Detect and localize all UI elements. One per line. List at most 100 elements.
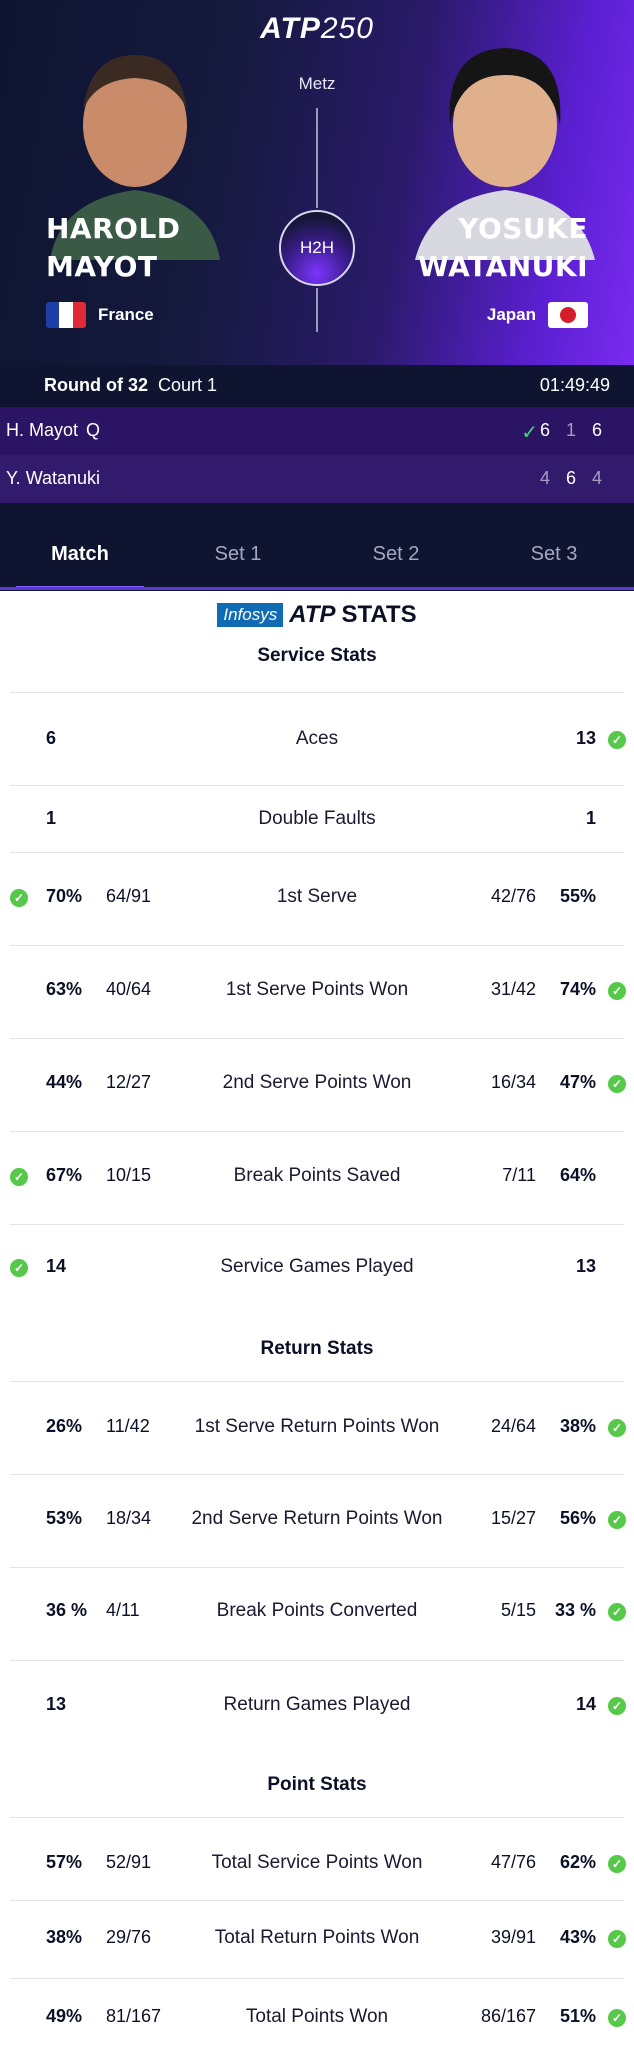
tab-set-3[interactable]: Set 3 [475, 543, 633, 566]
score-row-player2: Y. Watanuki 4 6 4 [0, 455, 634, 503]
row-divider [10, 1381, 624, 1382]
h2h-button[interactable]: H2H [279, 210, 355, 286]
stat-row: 14 Service Games Played 13 ✓ [10, 1256, 624, 1282]
best-check-icon: ✓ [608, 1697, 626, 1715]
best-check-icon: ✓ [10, 1259, 28, 1277]
divider-top [316, 108, 318, 208]
stat-label: Return Games Played [223, 1694, 411, 1715]
stats-word: STATS [341, 601, 417, 628]
best-check-icon: ✓ [608, 2009, 626, 2027]
stat-label: Service Games Played [220, 1256, 414, 1277]
stat-player2-value: 64% [559, 1165, 596, 1185]
stat-player2-fraction: 42/76 [490, 886, 536, 906]
score-name: H. Mayot [6, 420, 79, 440]
infosys-atp-stats-logo: Infosys ATP STATS [0, 600, 634, 630]
best-check-icon: ✓ [608, 1603, 626, 1621]
stat-player2-value: 62% [559, 1852, 596, 1872]
row-divider [10, 692, 624, 693]
infosys-logo: Infosys [217, 603, 284, 627]
row-divider [10, 1900, 624, 1901]
stat-row: 44% 12/27 2nd Serve Points Won 16/34 47% ✓ [10, 1072, 626, 1098]
match-hero: ATP250 Metz H2H HAROLD MAYOT YOSUKE WATA… [0, 0, 634, 365]
stat-row: 70% 64/91 1st Serve 42/76 55% ✓ [10, 886, 624, 912]
set-score: 6 [591, 420, 602, 440]
stat-row: 38% 29/76 Total Return Points Won 39/91 43% ✓ [10, 1927, 626, 1953]
set-score: 4 [591, 468, 602, 488]
best-check-icon: ✓ [608, 1419, 626, 1437]
tab-set-2[interactable]: Set 2 [317, 543, 475, 566]
stat-player2-value: 14 [575, 1694, 596, 1714]
stat-row: 1 Double Faults 1 [10, 808, 624, 834]
stat-row: 57% 52/91 Total Service Points Won 47/76 62%… [10, 1852, 626, 1878]
seed-badge: Q [86, 420, 101, 440]
stat-player2-fraction: 7/11 [502, 1165, 536, 1185]
set-scores: 6 1 6 [532, 420, 610, 441]
row-divider [10, 1817, 624, 1818]
court-label: Court 1 [158, 375, 218, 395]
tab-match[interactable]: Match [1, 543, 159, 566]
stat-row: 6 Aces 13 ✓ [10, 728, 626, 754]
stat-player2-value: 74% [559, 979, 596, 999]
stat-row: 63% 40/64 1st Serve Points Won 31/42 74% ✓ [10, 979, 626, 1005]
set-score: 6 [565, 468, 576, 488]
best-check-icon: ✓ [608, 1075, 626, 1093]
stat-label: Double Faults [258, 808, 376, 829]
france-flag-icon [46, 302, 86, 328]
set-score: 1 [565, 420, 576, 440]
stat-player2-fraction: 39/91 [490, 1927, 536, 1947]
stat-player2-value: 56% [559, 1508, 596, 1528]
player2-country: Japan [487, 302, 588, 328]
row-divider [10, 785, 624, 786]
stat-player2-value: 13 [575, 1256, 596, 1276]
match-duration: 01:49:49 [539, 375, 610, 395]
stat-player2-value: 47% [559, 1072, 596, 1092]
stat-player2-fraction: 5/15 [500, 1600, 536, 1620]
round-label: Round of 32 [44, 375, 148, 395]
stat-row: 67% 10/15 Break Points Saved 7/11 64% ✓ [10, 1165, 624, 1191]
player2-name: YOSUKE WATANUKI [417, 212, 588, 283]
score-name: Y. Watanuki [6, 468, 101, 488]
stat-player2-value: 1 [585, 808, 596, 828]
divider-bottom [316, 288, 318, 332]
stat-player2-value: 55% [559, 886, 596, 906]
set-scores: 4 6 4 [532, 468, 610, 489]
atp-logo: ATP [289, 601, 336, 628]
stat-row: 49% 81/167 Total Points Won 86/167 51% ✓ [10, 2006, 626, 2032]
player1-country: France [46, 302, 154, 328]
tab-set-1[interactable]: Set 1 [159, 543, 317, 566]
row-divider [10, 1567, 624, 1568]
match-info-bar: Round of 32 Court 1 01:49:49 [0, 365, 634, 407]
row-divider [10, 1978, 624, 1979]
row-divider [10, 1038, 624, 1039]
stat-row: 53% 18/34 2nd Serve Return Points Won 15/27… [10, 1508, 626, 1534]
row-divider [10, 1660, 624, 1661]
stat-player2-fraction: 16/34 [490, 1072, 536, 1092]
stat-player2-value: 38% [559, 1416, 596, 1436]
stat-label: Aces [295, 728, 339, 749]
row-divider [10, 1224, 624, 1225]
best-check-icon: ✓ [10, 1168, 28, 1186]
row-divider [10, 945, 624, 946]
stat-row: 26% 11/42 1st Serve Return Points Won 24/64… [10, 1416, 626, 1442]
stat-player2-value: 13 [575, 728, 596, 748]
stat-row: 13 Return Games Played 14 ✓ [10, 1694, 626, 1720]
section-title-service: Service Stats [257, 645, 377, 666]
set-score: 4 [539, 468, 550, 488]
best-check-icon: ✓ [608, 1855, 626, 1873]
best-check-icon: ✓ [608, 731, 626, 749]
player1-name: HAROLD MAYOT [46, 212, 181, 283]
section-title-return: Return Stats [260, 1338, 374, 1359]
section-title-point: Point Stats [267, 1774, 367, 1795]
stat-player2-fraction: 31/42 [490, 979, 536, 999]
best-check-icon: ✓ [608, 1511, 626, 1529]
stat-player2-fraction: 15/27 [490, 1508, 536, 1528]
set-score: 6 [539, 420, 550, 440]
stat-player2-value: 33 % [554, 1600, 596, 1620]
stat-player2-fraction: 24/64 [490, 1416, 536, 1436]
best-check-icon: ✓ [10, 889, 28, 907]
row-divider [10, 1131, 624, 1132]
row-divider [10, 1474, 624, 1475]
japan-flag-icon [548, 302, 588, 328]
row-divider [10, 852, 624, 853]
best-check-icon: ✓ [608, 1930, 626, 1948]
